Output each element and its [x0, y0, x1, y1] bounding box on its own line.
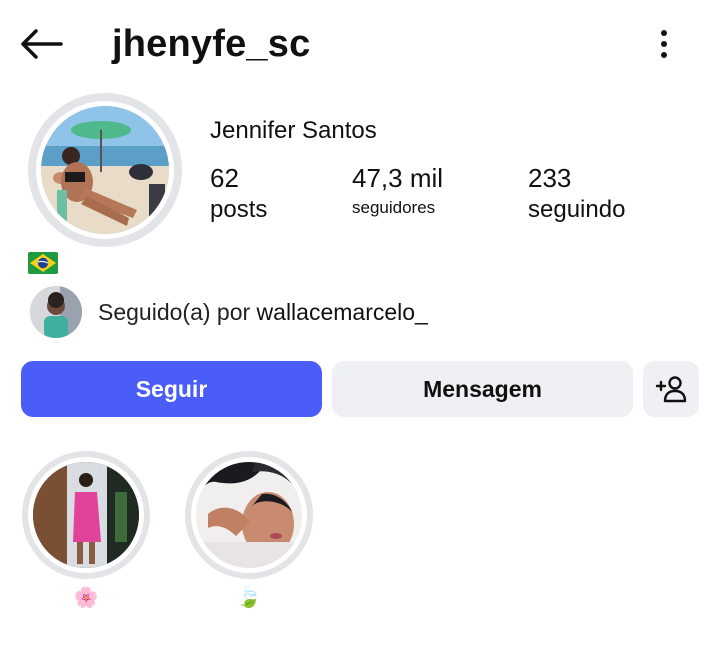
more-options-button[interactable] [644, 24, 684, 64]
highlight-cover [196, 462, 302, 568]
profile-photo [41, 106, 169, 234]
following-count: 233 [528, 163, 572, 193]
follow-button[interactable]: Seguir [21, 361, 322, 417]
highlight-cover [33, 462, 139, 568]
brazil-flag-icon [28, 252, 58, 274]
message-button[interactable]: Mensagem [332, 361, 633, 417]
profile-avatar[interactable] [28, 93, 182, 247]
posts-stat[interactable]: 62 posts [210, 162, 267, 226]
add-person-icon [655, 376, 687, 403]
followers-count: 47,3 mil [352, 163, 444, 193]
posts-count: 62 [210, 163, 239, 193]
message-button-label: Mensagem [423, 375, 542, 402]
followers-label: seguidores [352, 198, 436, 217]
follow-button-label: Seguir [135, 375, 208, 402]
following-stat[interactable]: 233 seguindo [528, 162, 625, 226]
following-label: seguindo [528, 196, 626, 223]
display-name: Jennifer Santos [210, 117, 377, 144]
highlight-label: 🌸 [73, 587, 99, 609]
back-button[interactable] [18, 24, 64, 64]
suggest-people-button[interactable] [643, 361, 699, 417]
followed-by-prefix: Seguido(a) por [98, 299, 257, 325]
profile-page: jhenyfe_sc Jennifer Santos 62 posts 47,3… [0, 0, 720, 646]
mutual-follower-link[interactable]: wallacemarcelo_ [257, 299, 428, 325]
story-highlight[interactable]: 🌸 [22, 451, 150, 611]
highlight-label: 🍃 [236, 587, 262, 609]
more-vertical-icon [661, 30, 667, 58]
followed-by-text: Seguido(a) por wallacemarcelo_ [98, 297, 428, 327]
arrow-left-icon [21, 29, 63, 59]
mutual-follower-avatar[interactable] [30, 286, 82, 338]
followers-stat[interactable]: 47,3 mil seguidores [352, 162, 443, 222]
posts-label: posts [210, 196, 268, 223]
story-highlight[interactable]: 🍃 [185, 451, 313, 611]
profile-username: jhenyfe_sc [112, 23, 311, 65]
